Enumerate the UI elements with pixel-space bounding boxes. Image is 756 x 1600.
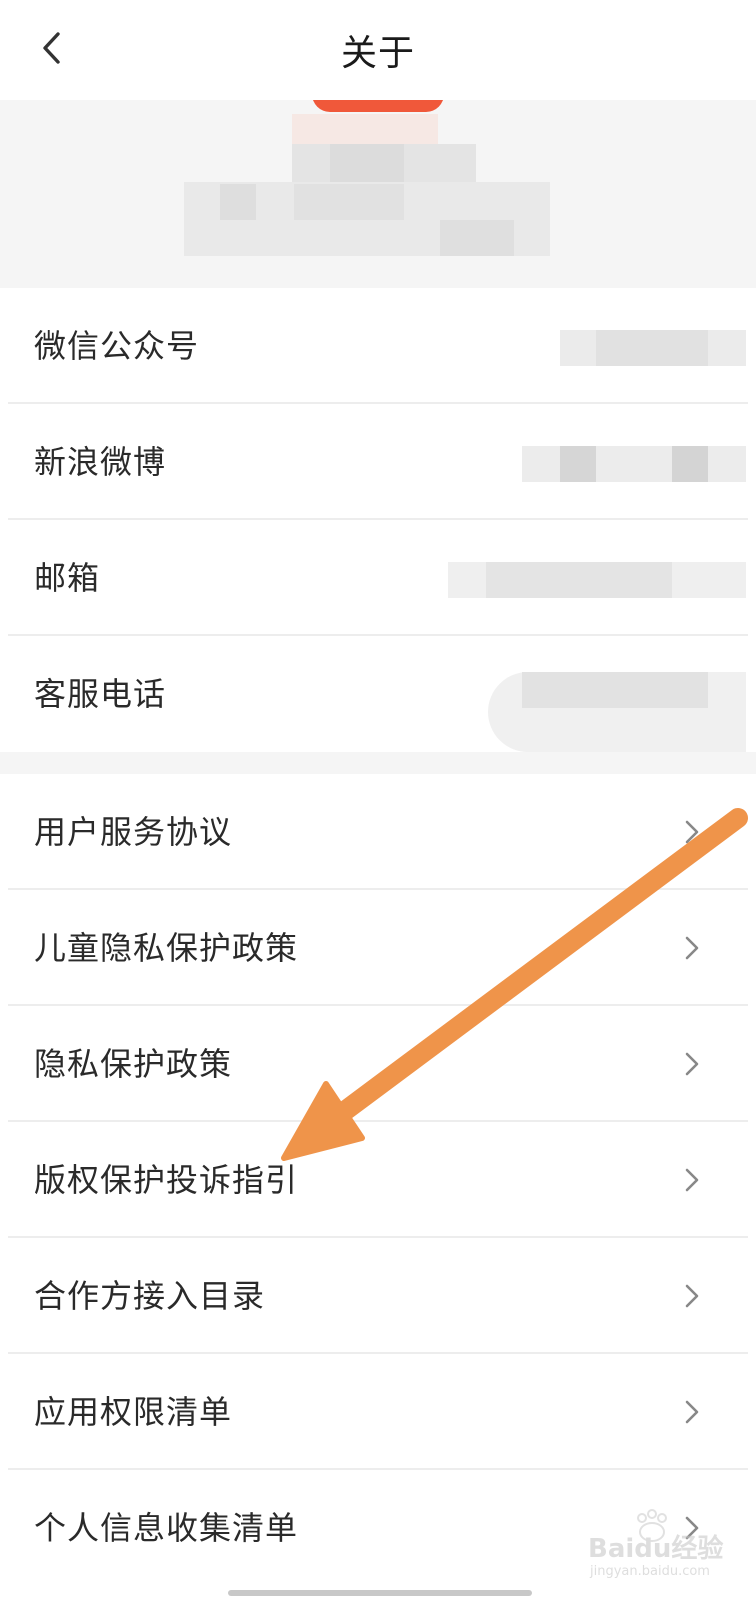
contact-row-email[interactable]: 邮箱 <box>0 520 756 636</box>
row-label: 儿童隐私保护政策 <box>34 929 299 967</box>
row-label: 用户服务协议 <box>34 813 233 851</box>
watermark-url: jingyan.baidu.com <box>590 1564 710 1579</box>
link-row-privacy-policy[interactable]: 隐私保护政策 <box>0 1006 756 1122</box>
chevron-right-icon <box>685 1400 699 1424</box>
row-label: 邮箱 <box>34 559 101 597</box>
row-label: 新浪微博 <box>34 443 167 481</box>
row-label: 隐私保护政策 <box>34 1045 233 1083</box>
chevron-right-icon <box>685 1284 699 1308</box>
link-row-app-permissions[interactable]: 应用权限清单 <box>0 1354 756 1470</box>
blurred-value <box>522 446 746 482</box>
chevron-right-icon <box>685 1052 699 1076</box>
page-title: 关于 <box>340 33 415 74</box>
app-info-banner <box>0 100 756 288</box>
chevron-right-icon <box>685 936 699 960</box>
row-label: 客服电话 <box>34 675 167 713</box>
row-label: 微信公众号 <box>34 327 200 365</box>
chevron-right-icon <box>685 1168 699 1192</box>
app-logo <box>312 100 444 112</box>
link-row-partner-directory[interactable]: 合作方接入目录 <box>0 1238 756 1354</box>
contact-row-wechat[interactable]: 微信公众号 <box>0 288 756 404</box>
home-indicator <box>228 1590 532 1596</box>
nav-header: 关于 <box>0 0 756 100</box>
row-label: 应用权限清单 <box>34 1393 233 1431</box>
section-separator <box>0 752 756 774</box>
chevron-right-icon <box>685 820 699 844</box>
contact-row-weibo[interactable]: 新浪微博 <box>0 404 756 520</box>
link-row-child-privacy[interactable]: 儿童隐私保护政策 <box>0 890 756 1006</box>
row-label: 个人信息收集清单 <box>34 1509 299 1547</box>
link-row-user-agreement[interactable]: 用户服务协议 <box>0 774 756 890</box>
row-label: 合作方接入目录 <box>34 1277 266 1315</box>
link-row-copyright-complaint[interactable]: 版权保护投诉指引 <box>0 1122 756 1238</box>
baidu-jingyan-watermark: Baidu经验 jingyan.baidu.com <box>580 1508 730 1588</box>
contact-row-phone[interactable]: 客服电话 <box>0 636 756 752</box>
chevron-left-icon <box>43 32 60 64</box>
back-button[interactable] <box>30 26 74 70</box>
row-label: 版权保护投诉指引 <box>34 1161 299 1199</box>
watermark-brand: Baidu经验 <box>588 1534 724 1564</box>
